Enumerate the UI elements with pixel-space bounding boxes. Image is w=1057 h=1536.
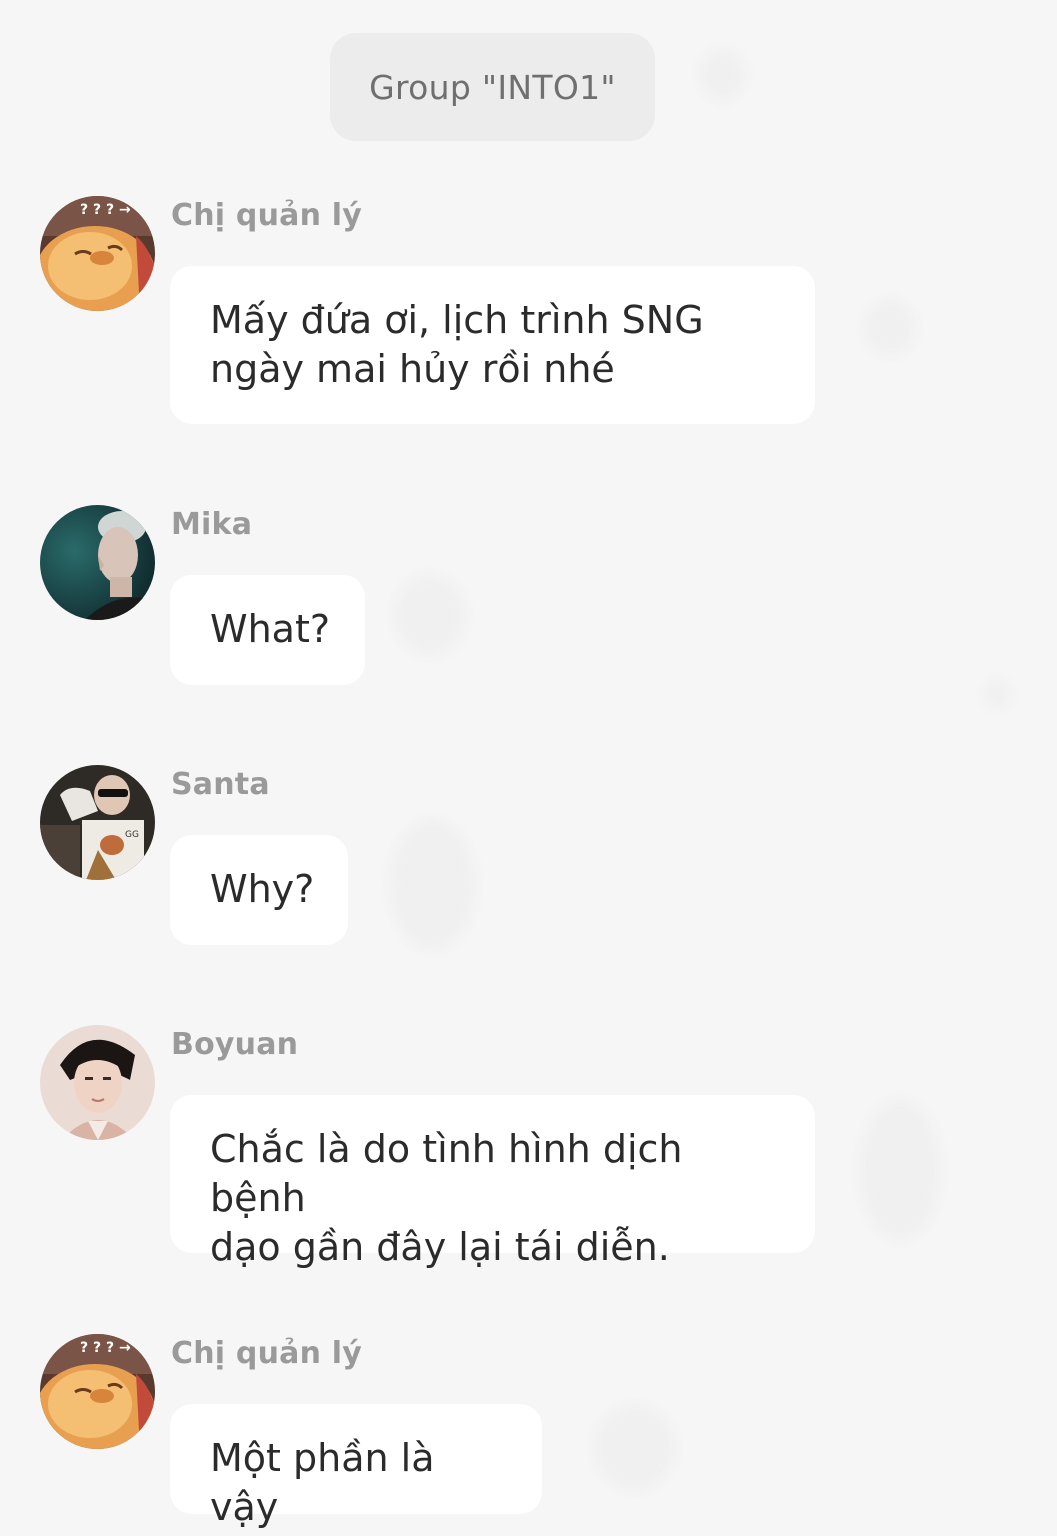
sender-name: Mika [171, 507, 253, 542]
message-bubble[interactable]: What? [170, 575, 365, 685]
santa-avatar[interactable]: GG [40, 765, 155, 880]
message-bubble[interactable]: Mấy đứa ơi, lịch trình SNG ngày mai hủy … [170, 266, 815, 424]
chick-avatar[interactable]: ? ? ? → [40, 196, 155, 311]
message-bubble[interactable]: Một phần là vậy [170, 1404, 542, 1529]
mika-avatar[interactable] [40, 505, 155, 620]
chat-screen: Group "INTO1" ? ? ? → Chị quản lý Mấy đứ… [0, 0, 1057, 1536]
background-smudge [860, 1100, 940, 1240]
background-smudge [700, 50, 745, 100]
group-name-label: Group "INTO1" [330, 33, 655, 141]
svg-text:? ? ? →: ? ? ? → [80, 202, 131, 218]
sender-name: Santa [171, 767, 270, 802]
svg-text:GG: GG [125, 830, 139, 840]
background-smudge [865, 300, 915, 355]
background-smudge [395, 575, 465, 655]
background-smudge [595, 1405, 675, 1490]
message-bubble[interactable]: Why? [170, 835, 348, 945]
background-smudge [985, 680, 1010, 708]
boyuan-avatar[interactable] [40, 1025, 155, 1140]
sender-name: Chị quản lý [171, 198, 363, 233]
sender-name: Chị quản lý [171, 1336, 363, 1371]
background-smudge [390, 820, 475, 950]
sender-name: Boyuan [171, 1027, 299, 1062]
svg-text:? ? ? →: ? ? ? → [80, 1340, 131, 1356]
chick-avatar[interactable]: ? ? ? → [40, 1334, 155, 1449]
message-bubble[interactable]: Chắc là do tình hình dịch bệnh dạo gần đ… [170, 1095, 815, 1269]
